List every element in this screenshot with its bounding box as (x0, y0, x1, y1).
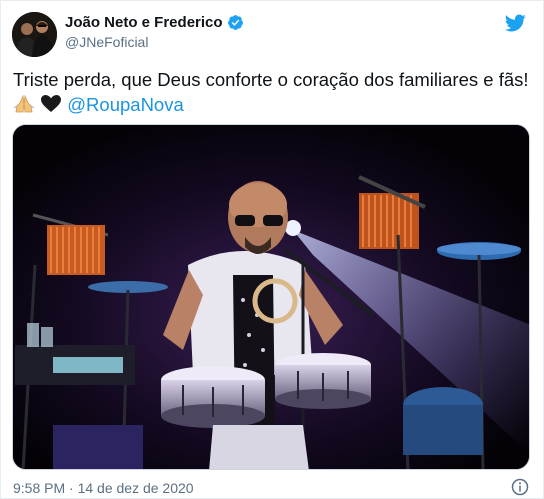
emojis (13, 94, 62, 120)
verified-badge-icon (227, 15, 243, 30)
author-name-text[interactable]: João Neto e Frederico (65, 14, 223, 31)
tweet-photo[interactable] (12, 124, 530, 470)
tweet-body: Triste perda, que Deus conforte o coraçã… (13, 69, 529, 90)
avatar[interactable] (12, 12, 57, 57)
black-heart-icon (41, 95, 62, 112)
tweet-timestamp[interactable]: 9:58 PM · 14 de dez de 2020 (13, 480, 194, 496)
author-handle[interactable]: @JNeFoficial (65, 34, 148, 50)
mention-link[interactable]: @RoupaNova (67, 94, 183, 115)
concert-photo-image (13, 125, 529, 469)
folded-hands-icon (13, 94, 35, 113)
tweet-text: Triste perda, que Deus conforte o coraçã… (13, 67, 533, 120)
twitter-bird-icon[interactable] (503, 12, 527, 34)
tweet-card[interactable]: João Neto e Frederico @JNeFoficial Trist… (0, 0, 544, 499)
author-name[interactable]: João Neto e Frederico (65, 14, 244, 31)
info-icon[interactable] (511, 478, 529, 496)
